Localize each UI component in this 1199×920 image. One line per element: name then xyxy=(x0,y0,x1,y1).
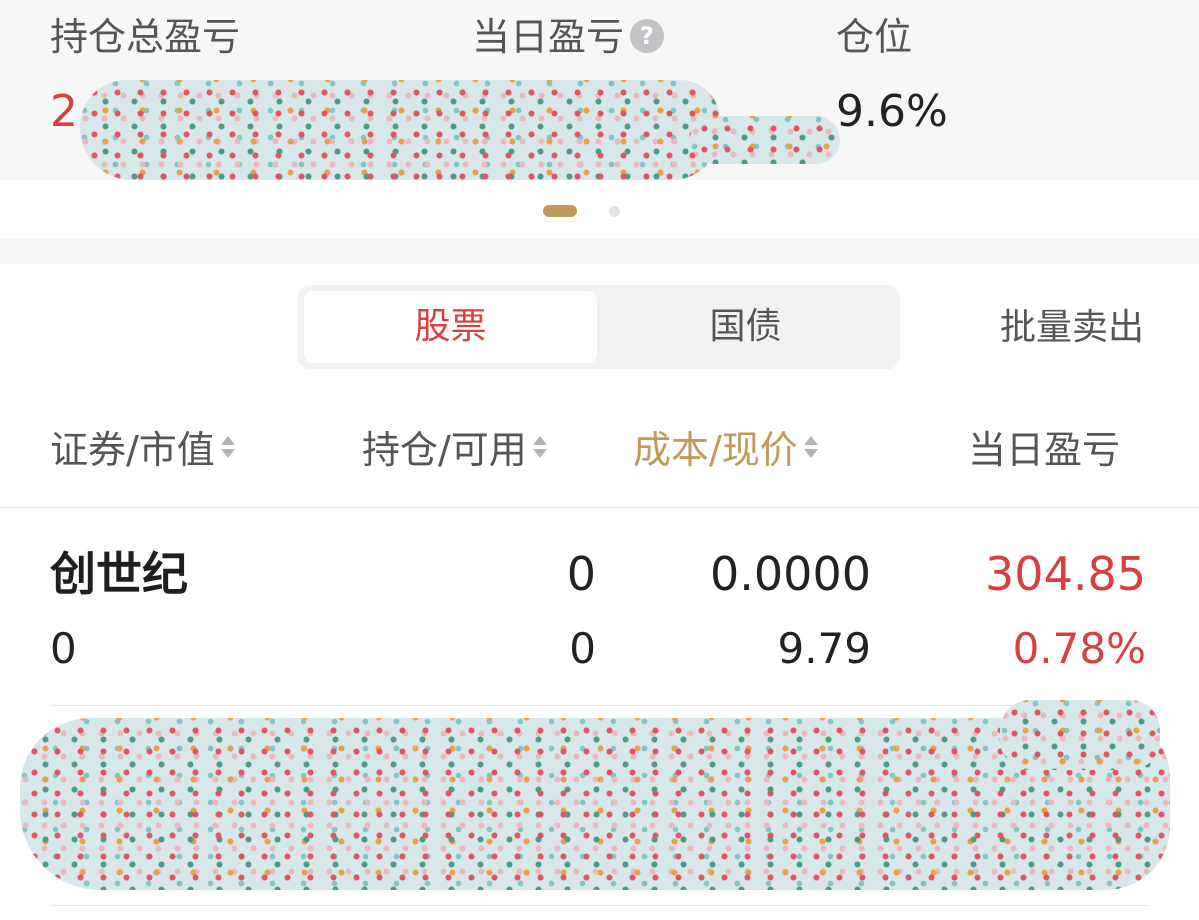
sort-icon xyxy=(802,432,820,462)
tab-stocks[interactable]: 股票 xyxy=(304,291,597,363)
column-header-cost-price-label: 成本/现价 xyxy=(633,428,798,472)
total-pnl-value: 2 xyxy=(50,86,78,137)
redaction-summary-tail xyxy=(690,116,840,164)
column-header-cost-price[interactable]: 成本/现价 xyxy=(633,424,820,476)
redaction-holding-row xyxy=(20,718,1170,890)
pager-dot-inactive[interactable] xyxy=(609,206,620,217)
redaction-holding-row-corner xyxy=(1000,700,1160,770)
batch-sell-button[interactable]: 批量卖出 xyxy=(1000,304,1144,352)
total-pnl-label: 持仓总盈亏 xyxy=(50,15,241,59)
column-header-position[interactable]: 持仓/可用 xyxy=(362,424,549,476)
market-value: 0 xyxy=(50,624,77,673)
stock-name: 创世纪 xyxy=(50,547,188,601)
column-header-daily-pnl-label: 当日盈亏 xyxy=(968,428,1121,472)
row-divider xyxy=(50,905,1149,906)
available-quantity: 0 xyxy=(569,624,596,673)
section-gap xyxy=(0,238,1199,264)
position-quantity: 0 xyxy=(566,547,596,601)
daily-pnl-label-text: 当日盈亏 xyxy=(472,15,625,59)
cost-price: 0.0000 xyxy=(710,547,871,601)
position-ratio-label: 仓位 xyxy=(836,15,913,59)
daily-pnl-percent: 0.78% xyxy=(1012,624,1146,673)
column-header-security-label: 证券/市值 xyxy=(50,428,215,472)
column-header-daily-pnl: 当日盈亏 xyxy=(968,424,1120,476)
daily-pnl-amount: 304.85 xyxy=(985,547,1146,601)
row-divider xyxy=(50,705,1149,706)
header-divider xyxy=(0,507,1199,508)
column-header-position-label: 持仓/可用 xyxy=(362,428,527,472)
asset-type-tabs: 股票 国债 xyxy=(298,285,900,369)
daily-pnl-label: 当日盈亏? xyxy=(472,12,665,62)
redaction-summary-main xyxy=(80,80,720,180)
help-icon[interactable]: ? xyxy=(630,19,665,53)
column-header-security[interactable]: 证券/市值 xyxy=(50,424,237,476)
tab-treasury-bonds[interactable]: 国债 xyxy=(597,291,894,363)
sort-icon xyxy=(531,432,549,462)
pager-dot-active[interactable] xyxy=(543,205,577,217)
current-price: 9.79 xyxy=(777,624,871,673)
position-ratio-value: 9.6% xyxy=(836,86,948,137)
sort-icon xyxy=(219,432,237,462)
